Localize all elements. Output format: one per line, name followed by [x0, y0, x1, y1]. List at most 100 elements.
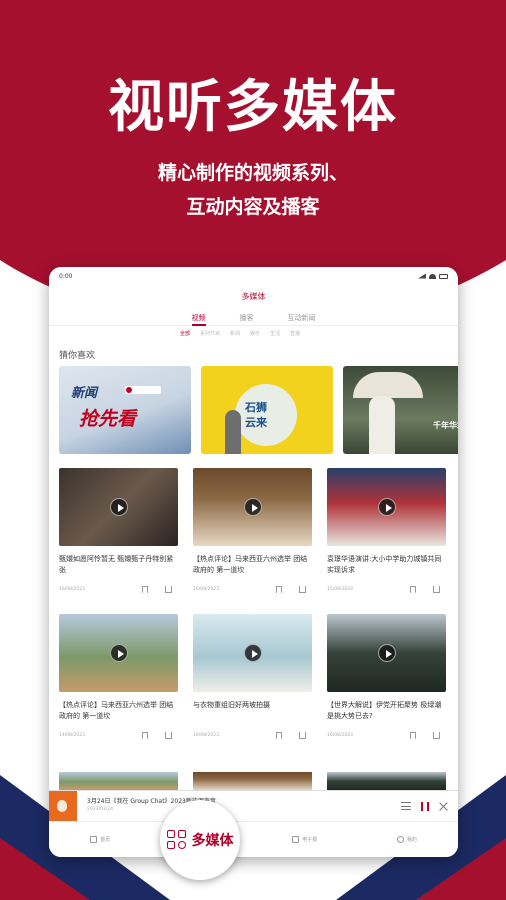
- video-thumbnail-partial[interactable]: [327, 772, 446, 790]
- play-icon[interactable]: [243, 644, 262, 662]
- video-title: 甄嬛如愿阿怜暂无 甄嬛甄子丹特别紧张: [59, 555, 174, 574]
- video-meta: 16/08/2023: [59, 586, 178, 593]
- bookmark-icon[interactable]: [410, 586, 416, 593]
- fab-label: 多媒体: [191, 833, 234, 849]
- podcast-cover[interactable]: [49, 790, 77, 822]
- playlist-icon[interactable]: [401, 802, 411, 810]
- share-icon[interactable]: [165, 586, 172, 593]
- play-icon[interactable]: [377, 644, 396, 662]
- video-card[interactable]: 【热点评论】马来西亚六州选举 团结政府的 第一道坎 16/08/2023: [193, 468, 312, 614]
- video-thumbnail[interactable]: [193, 468, 312, 546]
- person-figure: [225, 410, 241, 454]
- close-icon[interactable]: [439, 802, 448, 811]
- hero-subtitle-line1: 精心制作的视频系列、: [157, 162, 348, 184]
- nav-home[interactable]: 首页: [49, 836, 151, 843]
- recommended-card-lion[interactable]: 石狮 云来: [201, 366, 333, 454]
- sub-tabs: 全部 系列节目 新闻 娱乐 生活 直播: [49, 326, 458, 340]
- nav-epaper[interactable]: 电子报: [254, 836, 356, 843]
- video-meta: 16/08/2023: [327, 732, 446, 739]
- status-icons: [418, 273, 448, 279]
- subtab-series[interactable]: 系列节目: [200, 330, 220, 337]
- video-thumbnail[interactable]: [327, 614, 446, 692]
- video-title: 【热点评论】马来西亚六州选举 团结政府的 第一道坎: [193, 555, 308, 574]
- video-grid: 甄嬛如愿阿怜暂无 甄嬛甄子丹特别紧张 16/08/2023 【热点评论】马来西亚…: [49, 454, 458, 760]
- subtab-all[interactable]: 全部: [180, 330, 190, 337]
- play-icon[interactable]: [109, 644, 128, 662]
- news-logo: [125, 386, 161, 394]
- video-card[interactable]: 【热点评论】马来西亚六州选举 团结政府的 第一道坎 14/08/2023: [59, 614, 178, 760]
- video-date: 16/08/2023: [193, 587, 219, 592]
- tab-video[interactable]: 视频: [191, 309, 206, 326]
- newspaper-icon: [292, 836, 300, 843]
- play-icon[interactable]: [377, 498, 396, 516]
- subtab-news[interactable]: 新闻: [230, 330, 240, 337]
- share-icon[interactable]: [433, 732, 440, 739]
- video-meta: 14/08/2023: [59, 732, 178, 739]
- bookmark-icon[interactable]: [276, 586, 282, 593]
- multimedia-fab-button[interactable]: 多媒体: [160, 800, 240, 880]
- recommended-card-costume[interactable]: 千年华裳: [343, 366, 458, 454]
- bookmark-icon[interactable]: [142, 732, 148, 739]
- video-title: 【热点评论】马来西亚六州选举 团结政府的 第一道坎: [59, 701, 174, 720]
- video-thumbnail-partial[interactable]: [193, 772, 312, 790]
- video-date: 15/08/2023: [327, 587, 353, 592]
- video-date: 14/08/2023: [59, 733, 85, 738]
- news-text: 新闻: [71, 386, 98, 401]
- tab-podcast[interactable]: 播客: [240, 309, 254, 325]
- share-icon[interactable]: [165, 732, 172, 739]
- video-meta: 16/08/2023: [193, 586, 312, 593]
- video-card[interactable]: 与衣物重组旧好两坡拍摄 16/08/2023: [193, 614, 312, 760]
- audio-controls: [401, 801, 458, 811]
- video-title: 袁璟华语演讲:大小中学助力城镇共同实现诉求: [327, 555, 442, 574]
- bottom-navbar: 首页 电子报 我的: [49, 821, 458, 857]
- main-tabs: 视频 播客 互动新闻: [49, 309, 458, 326]
- nav-me-label: 我的: [406, 837, 417, 843]
- play-icon[interactable]: [243, 498, 262, 516]
- nav-home-label: 首页: [100, 837, 111, 843]
- play-icon[interactable]: [109, 498, 128, 516]
- video-title: 【世界大解说】伊党开拓聚势 极绿潮是挑大势已去?: [327, 701, 442, 720]
- video-thumbnail[interactable]: [193, 614, 312, 692]
- audio-date: 2023/03/24: [87, 807, 113, 812]
- section-title: 猜你喜欢: [59, 351, 96, 361]
- video-date: 16/08/2023: [327, 733, 353, 738]
- battery-icon: [439, 273, 448, 279]
- video-thumbnail-partial[interactable]: [59, 772, 178, 790]
- umbrella-shape: [353, 372, 423, 398]
- status-time: 0:00: [59, 272, 73, 280]
- audio-player[interactable]: 3月24日《我在 Group Chat》2023新能源声音 2023/03/24: [49, 790, 458, 822]
- video-card[interactable]: 袁璟华语演讲:大小中学助力城镇共同实现诉求 15/08/2023: [327, 468, 446, 614]
- nav-epaper-label: 电子报: [302, 837, 318, 843]
- video-date: 16/08/2023: [59, 587, 85, 592]
- news-text-2: 抢先看: [79, 408, 137, 430]
- pause-icon[interactable]: [421, 801, 429, 811]
- share-icon[interactable]: [299, 586, 306, 593]
- tab-interactive-news[interactable]: 互动新闻: [288, 309, 316, 325]
- nav-me[interactable]: 我的: [356, 836, 458, 843]
- subtab-live[interactable]: 直播: [290, 330, 300, 337]
- share-icon[interactable]: [433, 586, 440, 593]
- video-thumbnail[interactable]: [327, 468, 446, 546]
- subtab-life[interactable]: 生活: [270, 330, 280, 337]
- video-thumbnail[interactable]: [59, 468, 178, 546]
- video-date: 16/08/2023: [193, 733, 219, 738]
- subtab-entertainment[interactable]: 娱乐: [250, 330, 260, 337]
- hero-subtitle: 精心制作的视频系列、 互动内容及播客: [0, 156, 506, 224]
- audio-title: 3月24日《我在 Group Chat》2023新能源声音: [87, 798, 216, 805]
- recommended-card-news[interactable]: 新闻 抢先看: [59, 366, 191, 454]
- video-title: 与衣物重组旧好两坡拍摄: [193, 701, 270, 709]
- bookmark-icon[interactable]: [142, 586, 148, 593]
- video-card[interactable]: 甄嬛如愿阿怜暂无 甄嬛甄子丹特别紧张 16/08/2023: [59, 468, 178, 614]
- bookmark-icon[interactable]: [410, 732, 416, 739]
- hero-title: 视听多媒体: [108, 75, 398, 140]
- wifi-icon: [429, 273, 436, 279]
- multimedia-icon: [166, 830, 187, 850]
- video-card[interactable]: 【世界大解说】伊党开拓聚势 极绿潮是挑大势已去? 16/08/2023: [327, 614, 446, 760]
- costume-text: 千年华裳: [433, 421, 458, 430]
- app-title: 多媒体: [241, 292, 266, 301]
- lion-text: 石狮 云来: [245, 401, 267, 429]
- share-icon[interactable]: [299, 732, 306, 739]
- video-thumbnail[interactable]: [59, 614, 178, 692]
- user-icon: [396, 836, 404, 843]
- bookmark-icon[interactable]: [276, 732, 282, 739]
